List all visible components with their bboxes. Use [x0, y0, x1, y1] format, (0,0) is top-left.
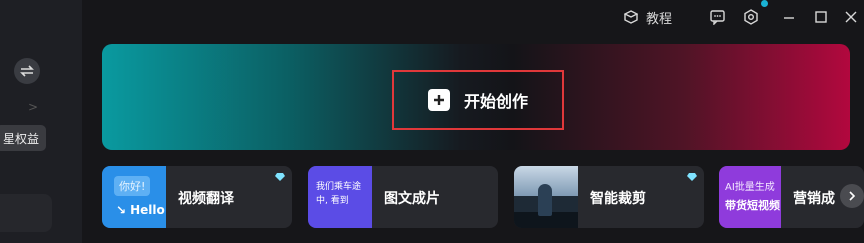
- card-label: 图文成片: [384, 191, 440, 207]
- video-translate-thumbnail: 你好! ↘ Hello: [102, 166, 166, 228]
- close-button[interactable]: [845, 8, 857, 26]
- feedback-icon: [710, 9, 725, 25]
- close-icon: [845, 11, 857, 23]
- thumbnail-text: 我们乘车途中, 看到: [316, 182, 362, 206]
- carousel-next-button[interactable]: [840, 184, 864, 208]
- thumbnail-text: AI批量生成: [725, 182, 775, 193]
- chevron-right-icon: [849, 191, 856, 201]
- minimize-button[interactable]: [783, 8, 795, 26]
- diamond-icon: [275, 173, 285, 181]
- feature-card-image-text-video[interactable]: 我们乘车途中, 看到 图文成片: [308, 166, 498, 228]
- thumbnail-text: 你好!: [114, 176, 151, 196]
- smart-crop-thumbnail: [514, 166, 578, 228]
- thumbnail-text: 带货短视频: [725, 199, 780, 212]
- chevron-right-icon[interactable]: >: [28, 100, 38, 114]
- minimize-icon: [784, 17, 794, 19]
- maximize-button[interactable]: [815, 8, 827, 26]
- sidebar: > 星权益: [0, 0, 82, 243]
- swap-icon: [20, 65, 34, 77]
- card-label: 智能裁剪: [590, 191, 646, 207]
- tutorial-button[interactable]: 教程: [624, 8, 673, 27]
- notification-dot: [761, 0, 768, 7]
- sidebar-panel[interactable]: [0, 194, 52, 232]
- member-rights-button[interactable]: 星权益: [0, 125, 46, 151]
- swap-account-button[interactable]: [14, 58, 40, 84]
- start-creation-button[interactable]: 开始创作: [392, 70, 564, 130]
- settings-button[interactable]: [743, 8, 759, 26]
- thumbnail-hello: ↘ Hello: [116, 203, 165, 217]
- marketing-thumbnail: AI批量生成 带货短视频: [719, 166, 781, 228]
- feedback-button[interactable]: [710, 8, 725, 26]
- card-label: 视频翻译: [178, 191, 234, 207]
- plus-icon: [427, 89, 450, 111]
- card-label: 营销成: [793, 191, 835, 207]
- cube-icon: [624, 10, 638, 24]
- settings-icon: [744, 9, 758, 25]
- image-text-thumbnail: 我们乘车途中, 看到: [308, 166, 372, 228]
- tutorial-label: 教程: [646, 11, 673, 27]
- feature-card-video-translate[interactable]: 你好! ↘ Hello 视频翻译: [102, 166, 292, 228]
- maximize-icon: [815, 11, 827, 23]
- thumbnail-hello-text: Hello: [130, 203, 165, 217]
- start-creation-label: 开始创作: [463, 92, 528, 111]
- feature-card-smart-crop[interactable]: 智能裁剪: [514, 166, 704, 228]
- diamond-icon: [687, 173, 697, 181]
